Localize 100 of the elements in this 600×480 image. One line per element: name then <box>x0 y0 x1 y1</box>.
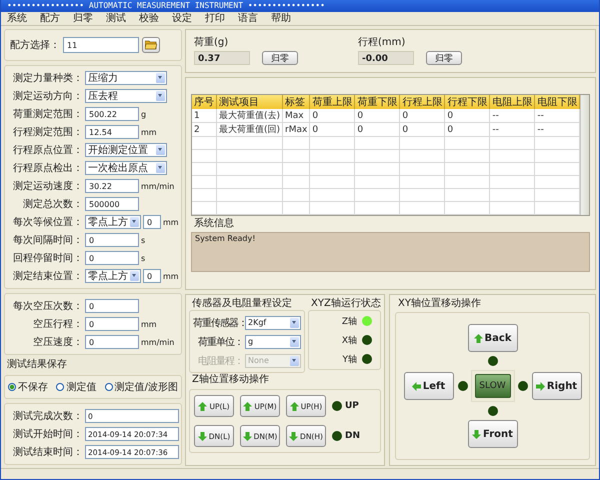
parameter-label: 测定运动速度： <box>12 180 83 193</box>
right-button[interactable]: Right <box>532 372 582 400</box>
left-arrow-icon <box>412 382 421 390</box>
parameter-label: 测定结束位置： <box>12 270 83 283</box>
parameter-label: 测定力量种类： <box>12 72 83 85</box>
column-header: 序号 <box>192 95 216 109</box>
parameter-label: 每次空压次数： <box>12 300 83 313</box>
input-field[interactable]: 0 <box>143 269 161 283</box>
zero-button[interactable]: 归零 <box>262 51 298 65</box>
dropdown[interactable]: g <box>245 334 301 348</box>
parameter-label: 荷重测定范围： <box>12 108 83 121</box>
unit-label: mm <box>141 128 157 136</box>
zero-button[interactable]: 归零 <box>426 51 462 65</box>
down-arrow-icon <box>472 430 482 438</box>
dropdown[interactable]: 零点上方 <box>85 269 141 283</box>
parameter-label: 空压速度： <box>32 336 83 349</box>
down-arrow-icon <box>242 432 252 440</box>
menu-item[interactable]: 设定 <box>172 12 192 24</box>
table-cell: 0 <box>400 109 445 122</box>
parameter-label: 每次等候位置： <box>12 216 83 229</box>
unit-label: mm <box>163 272 179 280</box>
input-field[interactable]: 0 <box>85 317 139 331</box>
dropdown[interactable]: 零点上方 <box>85 215 141 229</box>
menu-item[interactable]: 测试 <box>106 12 126 24</box>
readout-label: 行程(mm) <box>358 36 406 49</box>
parameter-label: 行程测定范围： <box>12 126 83 139</box>
table-cell: 最大荷重值(回) <box>216 122 283 136</box>
slow-button[interactable]: SLOW <box>474 374 510 398</box>
unit-label: s <box>141 236 146 244</box>
open-button[interactable] <box>142 37 160 53</box>
table-cell: Max <box>282 109 310 122</box>
led-label: DN <box>345 431 360 441</box>
menu-item[interactable]: 帮助 <box>271 12 291 24</box>
parameter-label: 每次间隔时间： <box>12 234 83 247</box>
column-header: 行程下限 <box>444 95 490 109</box>
input-field[interactable]: 30.22 <box>85 179 139 193</box>
table-cell: 0 <box>444 109 490 122</box>
folder-icon <box>145 40 157 50</box>
radio-label[interactable]: 测定值 <box>66 380 96 394</box>
input-field[interactable]: 500.22 <box>85 107 139 121</box>
table-cell: 0 <box>310 109 355 122</box>
table-cell: 0 <box>310 122 355 136</box>
up-arrow-icon <box>243 402 252 410</box>
input-field[interactable]: 0 <box>85 251 139 265</box>
dropdown[interactable]: 压缩力 <box>85 71 167 85</box>
readout-label: 荷重(g) <box>194 36 230 49</box>
menu-item[interactable]: 系统 <box>7 12 27 24</box>
back-button[interactable]: Back <box>468 324 518 352</box>
dropdown[interactable]: 压去程 <box>85 89 167 103</box>
input-field[interactable]: 500000 <box>85 197 139 211</box>
axis-label: Z轴 <box>342 316 357 328</box>
dropdown[interactable]: 开始测定位置 <box>85 143 167 157</box>
sensor-label: 荷重传感器： <box>193 316 243 330</box>
table-cell: 2 <box>192 122 216 136</box>
recipe-label: 配方选择： <box>10 38 60 52</box>
column-header: 标签 <box>282 95 310 109</box>
input-field[interactable]: 0 <box>85 335 139 349</box>
table-cell: 0 <box>444 122 490 136</box>
input-field[interactable]: 0 <box>85 299 139 313</box>
unit-label: mm <box>163 218 179 226</box>
left-button[interactable]: Left <box>404 372 454 400</box>
dropdown[interactable]: 2Kgf <box>245 316 301 330</box>
table-cell: 最大荷重值(去) <box>216 109 283 122</box>
radio-button[interactable] <box>104 383 113 391</box>
menu-item[interactable]: 语言 <box>238 12 258 24</box>
column-header: 电阻下限 <box>534 95 580 109</box>
table-cell: -- <box>490 122 535 136</box>
radio-label[interactable]: 不保存 <box>18 380 48 394</box>
group-title: 系统信息 <box>193 218 235 230</box>
result-label: 测试完成次数： <box>12 410 83 423</box>
parameter-label: 行程原点检出： <box>12 162 83 175</box>
menu-item[interactable]: 配方 <box>40 12 60 24</box>
window-title: •••••••••••••••• AUTOMATIC MEASUREMENT INSTRUMENT •••••••••••••••• <box>7 1 325 10</box>
unit-label: g <box>141 110 146 118</box>
input-field[interactable]: 0 <box>85 233 139 247</box>
front-button[interactable]: Front <box>468 420 518 448</box>
dropdown[interactable]: 一次检出原点 <box>85 161 167 175</box>
table-cell: -- <box>490 109 535 122</box>
parameter-label: 回程停留时间： <box>12 252 83 265</box>
menu-item[interactable]: 校验 <box>139 12 159 24</box>
radio-button[interactable] <box>56 383 64 391</box>
recipe-field[interactable]: 11 <box>63 37 139 53</box>
menu-item[interactable]: 归零 <box>73 12 93 24</box>
radio-button[interactable] <box>8 383 16 391</box>
parameter-label: 测定总次数： <box>22 198 83 211</box>
column-header: 测试项目 <box>216 95 283 109</box>
table-cell: 1 <box>192 109 216 122</box>
result-label: 测试结束时间： <box>12 446 83 459</box>
scrollbar[interactable] <box>580 95 589 215</box>
radio-label[interactable]: 测定值/波形图 <box>114 380 178 394</box>
group-title: 测试结果保存 <box>6 359 68 371</box>
table-cell: rMax <box>282 122 310 136</box>
down-arrow-icon <box>289 432 298 440</box>
unit-label: mm <box>141 320 157 328</box>
column-header: 行程上限 <box>400 95 445 109</box>
axis-label: X轴 <box>342 334 357 346</box>
menu-item[interactable]: 打印 <box>205 12 225 24</box>
input-field[interactable]: 12.54 <box>85 125 139 139</box>
input-field[interactable]: 0 <box>143 215 161 229</box>
sensor-label: 荷重单位： <box>197 336 243 348</box>
